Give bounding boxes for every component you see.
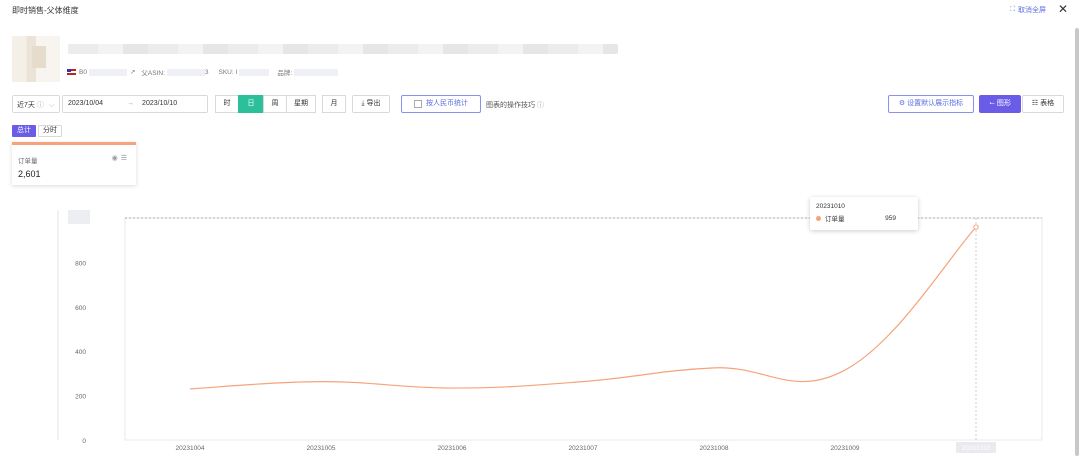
y-tick-label: 600 [75,305,86,312]
date-start[interactable]: 2023/10/04 [68,100,103,108]
eye-icon[interactable]: ◉ [112,155,121,162]
help-icon: ⓘ [536,102,544,109]
product-title-blurred [68,44,618,54]
us-flag-icon [67,69,76,75]
download-icon: ⤓ [361,100,365,107]
sku-blurred [239,68,270,76]
settings-icon: ⚙ [898,100,908,107]
table-icon: ☷ [1031,100,1041,107]
granularity-option[interactable]: 周 [263,95,287,113]
tooltip-value: 959 [885,214,896,222]
chevron-down-icon: ⌵ [48,102,55,109]
x-tick-label: 20231006 [438,445,467,452]
tab-hourly[interactable]: 分时 [38,125,62,137]
sku-label: SKU: I [218,68,238,76]
view-tabs: 总计 分时 [12,125,64,137]
table-view-button[interactable]: ☷ 表格 [1022,95,1064,113]
export-button[interactable]: ⤓ 导出 [352,95,390,113]
header-bar: 即时销售-父体维度 ⛶ 取消全屏 ✕ [0,0,1080,20]
metric-card[interactable]: 订单量 ◉☰ 2,601 [12,142,136,185]
date-sep: → [127,100,135,107]
x-tick-label: 20231005 [307,445,336,452]
y-tick-label: 200 [75,394,86,401]
chart-tips-label: 图表的操作技巧 [486,102,535,109]
metric-card-actions: ◉☰ [112,154,130,162]
chart-tips-link[interactable]: 图表的操作技巧 ⓘ [486,100,544,110]
brand-label: 品牌: [277,70,293,77]
rmb-toggle[interactable]: 按人民币统计 [401,95,481,113]
line-chart-icon: ⌙ [989,100,997,107]
series-dot-icon [816,215,821,221]
chart-tooltip: 20231010 订单量 959 [810,197,918,230]
menu-icon[interactable]: ☰ [121,155,130,162]
close-icon[interactable]: ✕ [1058,2,1068,16]
x-tick-label: 20231007 [569,445,598,452]
rmb-label: 按人民币统计 [426,100,468,107]
range-select[interactable]: 近7天 ⓘ ⌵ [12,95,60,113]
y-tick-label: 800 [75,260,86,267]
y-tick-label: 400 [75,349,86,356]
rmb-checkbox[interactable] [414,100,422,108]
series-line-orders [189,226,977,390]
asin-blurred [88,68,127,76]
parent-asin-label: 父ASIN: [141,70,165,77]
x-tick-label: 20231004 [176,445,205,452]
metric-value: 2,601 [18,169,41,179]
tab-total[interactable]: 总计 [12,125,36,137]
range-select-value: 近7天 [17,102,35,109]
exit-fullscreen-label: 取消全屏 [1018,7,1046,14]
product-meta: B0 ↗ 父ASIN: 3 SKU: I 品牌: [67,67,339,77]
orders-line-chart[interactable]: 0 200 400 600 800 20231004 20231005 20231006 202… [0,200,1080,459]
y-axis-max-label-blurred [68,210,90,224]
x-tick-label: 20231008 [700,445,729,452]
exit-fullscreen-button[interactable]: ⛶ 取消全屏 [1010,5,1046,15]
table-view-label: 表格 [1040,100,1055,107]
external-link-icon[interactable]: ↗ [130,68,135,76]
metric-label: 订单量 [18,158,38,165]
parent-asin-blurred [166,68,205,76]
granularity-option[interactable]: 时 [215,95,239,113]
vertical-scrollbar[interactable] [1075,28,1079,456]
product-image-detail [32,46,46,68]
set-default-label: 设置默认展示指标 [907,100,964,107]
plot-frame [124,217,1043,441]
granularity-option[interactable]: 星期 [286,95,316,113]
info-icon: ⓘ [36,102,44,109]
tooltip-series: 订单量 [825,216,845,223]
data-point [973,224,979,230]
chart-view-label: 图形 [996,100,1011,107]
y-tick-label: 0 [82,438,86,445]
granularity-option[interactable]: 日 [238,95,264,113]
page-title: 即时销售-父体维度 [12,6,79,15]
x-tick-label: 20231010 [962,445,991,452]
parent-asin-suffix: 3 [204,68,209,76]
set-default-metrics-button[interactable]: ⚙ 设置默认展示指标 [888,95,974,113]
x-tick-label: 20231009 [831,445,860,452]
brand-blurred [294,68,339,76]
date-range-picker[interactable]: 2023/10/04 → 2023/10/10 [62,95,208,113]
export-label: 导出 [366,100,381,107]
granularity-group: 时日周星期月 [215,95,346,113]
granularity-option[interactable]: 月 [322,95,346,113]
date-end[interactable]: 2023/10/10 [142,100,177,108]
tooltip-date: 20231010 [816,203,845,210]
chart-view-button[interactable]: ⌙ 图形 [979,95,1021,113]
toolbar: 近7天 ⓘ ⌵ 2023/10/04 → 2023/10/10 时日周星期月 ⤓… [12,95,1068,115]
fullscreen-exit-icon: ⛶ [1010,6,1015,13]
asin-prefix: B0 [79,68,87,76]
